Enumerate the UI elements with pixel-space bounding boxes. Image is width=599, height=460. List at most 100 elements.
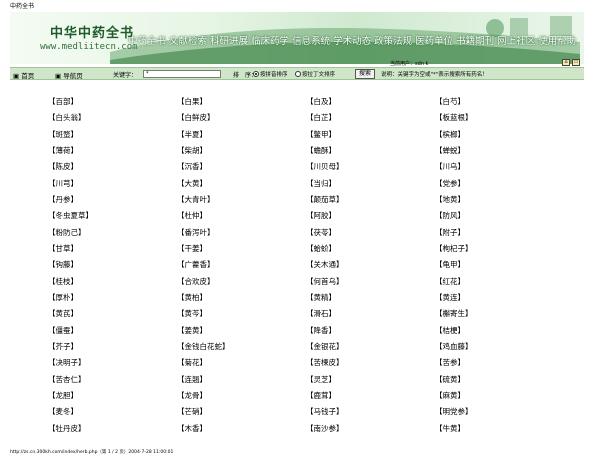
herb-link[interactable]: 【灵芝】 — [306, 374, 435, 390]
herb-link[interactable]: 【木香】 — [177, 423, 306, 439]
herb-link[interactable]: 【颠茄草】 — [306, 194, 435, 210]
herb-link[interactable]: 【冬虫夏草】 — [48, 210, 177, 226]
herb-link[interactable]: 【南沙参】 — [306, 423, 435, 439]
herb-link[interactable]: 【槟榔】 — [435, 129, 564, 145]
herb-link[interactable]: 【地黄】 — [435, 194, 564, 210]
herb-link[interactable]: 【关木通】 — [306, 259, 435, 275]
herb-link[interactable]: 【半夏】 — [177, 129, 306, 145]
herb-link[interactable]: 【鸡血藤】 — [435, 341, 564, 357]
herb-link[interactable]: 【鳖甲】 — [306, 129, 435, 145]
nav-item-xinxi[interactable]: 信息系统 — [292, 33, 330, 47]
herb-link[interactable]: 【苦参】 — [435, 357, 564, 373]
herb-link[interactable]: 【牛黄】 — [435, 423, 564, 439]
herb-link[interactable]: 【川乌】 — [435, 161, 564, 177]
herb-link[interactable]: 【黄柏】 — [177, 292, 306, 308]
nav-item-wenxian[interactable]: 文献检索 — [169, 33, 207, 47]
herb-link[interactable]: 【白果】 — [177, 96, 306, 112]
herb-link[interactable]: 【阿胶】 — [306, 210, 435, 226]
herb-link[interactable]: 【丹参】 — [48, 194, 177, 210]
herb-link[interactable]: 【桔梗】 — [435, 325, 564, 341]
herb-link[interactable]: 【降香】 — [306, 325, 435, 341]
herb-link[interactable]: 【枸杞子】 — [435, 243, 564, 259]
herb-link[interactable]: 【白及】 — [306, 96, 435, 112]
herb-link[interactable]: 【菊花】 — [177, 357, 306, 373]
herb-link[interactable]: 【滑石】 — [306, 308, 435, 324]
herb-link[interactable]: 【川芎】 — [48, 178, 177, 194]
herb-link[interactable]: 【明党参】 — [435, 406, 564, 422]
herb-link[interactable]: 【硫黄】 — [435, 374, 564, 390]
herb-link[interactable]: 【红花】 — [435, 276, 564, 292]
herb-link[interactable]: 【龟甲】 — [435, 259, 564, 275]
herb-link[interactable]: 【苦杏仁】 — [48, 374, 177, 390]
bookmark-icon[interactable]: ▭ — [572, 59, 580, 66]
herb-link[interactable]: 【附子】 — [435, 227, 564, 243]
herb-link[interactable]: 【板蓝根】 — [435, 112, 564, 128]
herb-link[interactable]: 【白芷】 — [306, 112, 435, 128]
herb-link[interactable]: 【粉防己】 — [48, 227, 177, 243]
herb-link[interactable]: 【大黄】 — [177, 178, 306, 194]
herb-link[interactable]: 【金银花】 — [306, 341, 435, 357]
herb-link[interactable]: 【连翘】 — [177, 374, 306, 390]
herb-link[interactable]: 【斑蝥】 — [48, 129, 177, 145]
nav-item-shuji[interactable]: 书籍期刊 — [456, 33, 494, 47]
herb-link[interactable]: 【鹿茸】 — [306, 390, 435, 406]
herb-link[interactable]: 【广藿香】 — [177, 259, 306, 275]
herb-link[interactable]: 【钩藤】 — [48, 259, 177, 275]
nav-item-zhengce[interactable]: 政策法规 — [374, 33, 412, 47]
herb-link[interactable]: 【蝉蜕】 — [435, 145, 564, 161]
herb-link[interactable]: 【龙胆】 — [48, 390, 177, 406]
herb-link[interactable]: 【马钱子】 — [306, 406, 435, 422]
herb-link[interactable]: 【黄连】 — [435, 292, 564, 308]
herb-link[interactable]: 【芥子】 — [48, 341, 177, 357]
herb-link[interactable]: 【茯苓】 — [306, 227, 435, 243]
herb-link[interactable]: 【桂枝】 — [48, 276, 177, 292]
nav-item-bangzhu[interactable]: 使用帮助 — [538, 33, 576, 47]
herb-link[interactable]: 【决明子】 — [48, 357, 177, 373]
site-logo[interactable]: 中华中药全书 — [50, 22, 134, 41]
herb-link[interactable]: 【合欢皮】 — [177, 276, 306, 292]
herb-link[interactable]: 【白头翁】 — [48, 112, 177, 128]
herb-link[interactable]: 【薄荷】 — [48, 145, 177, 161]
herb-link[interactable]: 【蟾酥】 — [306, 145, 435, 161]
nav-item-linchuang[interactable]: 临床药学 — [251, 33, 289, 47]
herb-link[interactable]: 【白芍】 — [435, 96, 564, 112]
herb-link[interactable]: 【甘草】 — [48, 243, 177, 259]
nav-item-xueshu[interactable]: 学术动态 — [333, 33, 371, 47]
sort-pinyin-radio[interactable]: 按拼音排序 — [253, 70, 288, 78]
herb-link[interactable]: 【黄精】 — [306, 292, 435, 308]
herb-link[interactable]: 【黄芩】 — [177, 308, 306, 324]
herb-link[interactable]: 【芒硝】 — [177, 406, 306, 422]
herb-link[interactable]: 【大青叶】 — [177, 194, 306, 210]
herb-link[interactable]: 【番泻叶】 — [177, 227, 306, 243]
herb-link[interactable]: 【蛤蚧】 — [306, 243, 435, 259]
herb-link[interactable]: 【麦冬】 — [48, 406, 177, 422]
herb-link[interactable]: 【柴胡】 — [177, 145, 306, 161]
nav-item-zhongyao[interactable]: 中药全书 — [128, 33, 166, 47]
herb-link[interactable]: 【麻黄】 — [435, 390, 564, 406]
herb-link[interactable]: 【陈皮】 — [48, 161, 177, 177]
home-link[interactable]: ▣ 首页 — [13, 70, 34, 80]
herb-link[interactable]: 【干姜】 — [177, 243, 306, 259]
herb-link[interactable]: 【白鲜皮】 — [177, 112, 306, 128]
herb-link[interactable]: 【僵蚕】 — [48, 325, 177, 341]
home-icon[interactable]: ⌂ — [562, 59, 570, 66]
nav-item-danwei[interactable]: 医药单位 — [415, 33, 453, 47]
nav-item-keyan[interactable]: 科研进展 — [210, 33, 248, 47]
herb-link[interactable]: 【龙骨】 — [177, 390, 306, 406]
sort-latin-radio[interactable]: 按拉丁文排序 — [295, 70, 335, 78]
herb-link[interactable]: 【何首乌】 — [306, 276, 435, 292]
search-button[interactable]: 搜索 — [355, 69, 376, 79]
herb-link[interactable]: 【牡丹皮】 — [48, 423, 177, 439]
herb-link[interactable]: 【沉香】 — [177, 161, 306, 177]
herb-link[interactable]: 【厚朴】 — [48, 292, 177, 308]
herb-link[interactable]: 【当归】 — [306, 178, 435, 194]
herb-link[interactable]: 【黄芪】 — [48, 308, 177, 324]
guide-link[interactable]: ▣ 导航页 — [55, 70, 83, 80]
herb-link[interactable]: 【苦楝皮】 — [306, 357, 435, 373]
herb-link[interactable]: 【姜黄】 — [177, 325, 306, 341]
herb-link[interactable]: 【槲寄生】 — [435, 308, 564, 324]
herb-link[interactable]: 【杜仲】 — [177, 210, 306, 226]
nav-item-shequ[interactable]: 网上社区 — [497, 33, 535, 47]
keyword-input[interactable] — [143, 70, 221, 78]
herb-link[interactable]: 【川贝母】 — [306, 161, 435, 177]
